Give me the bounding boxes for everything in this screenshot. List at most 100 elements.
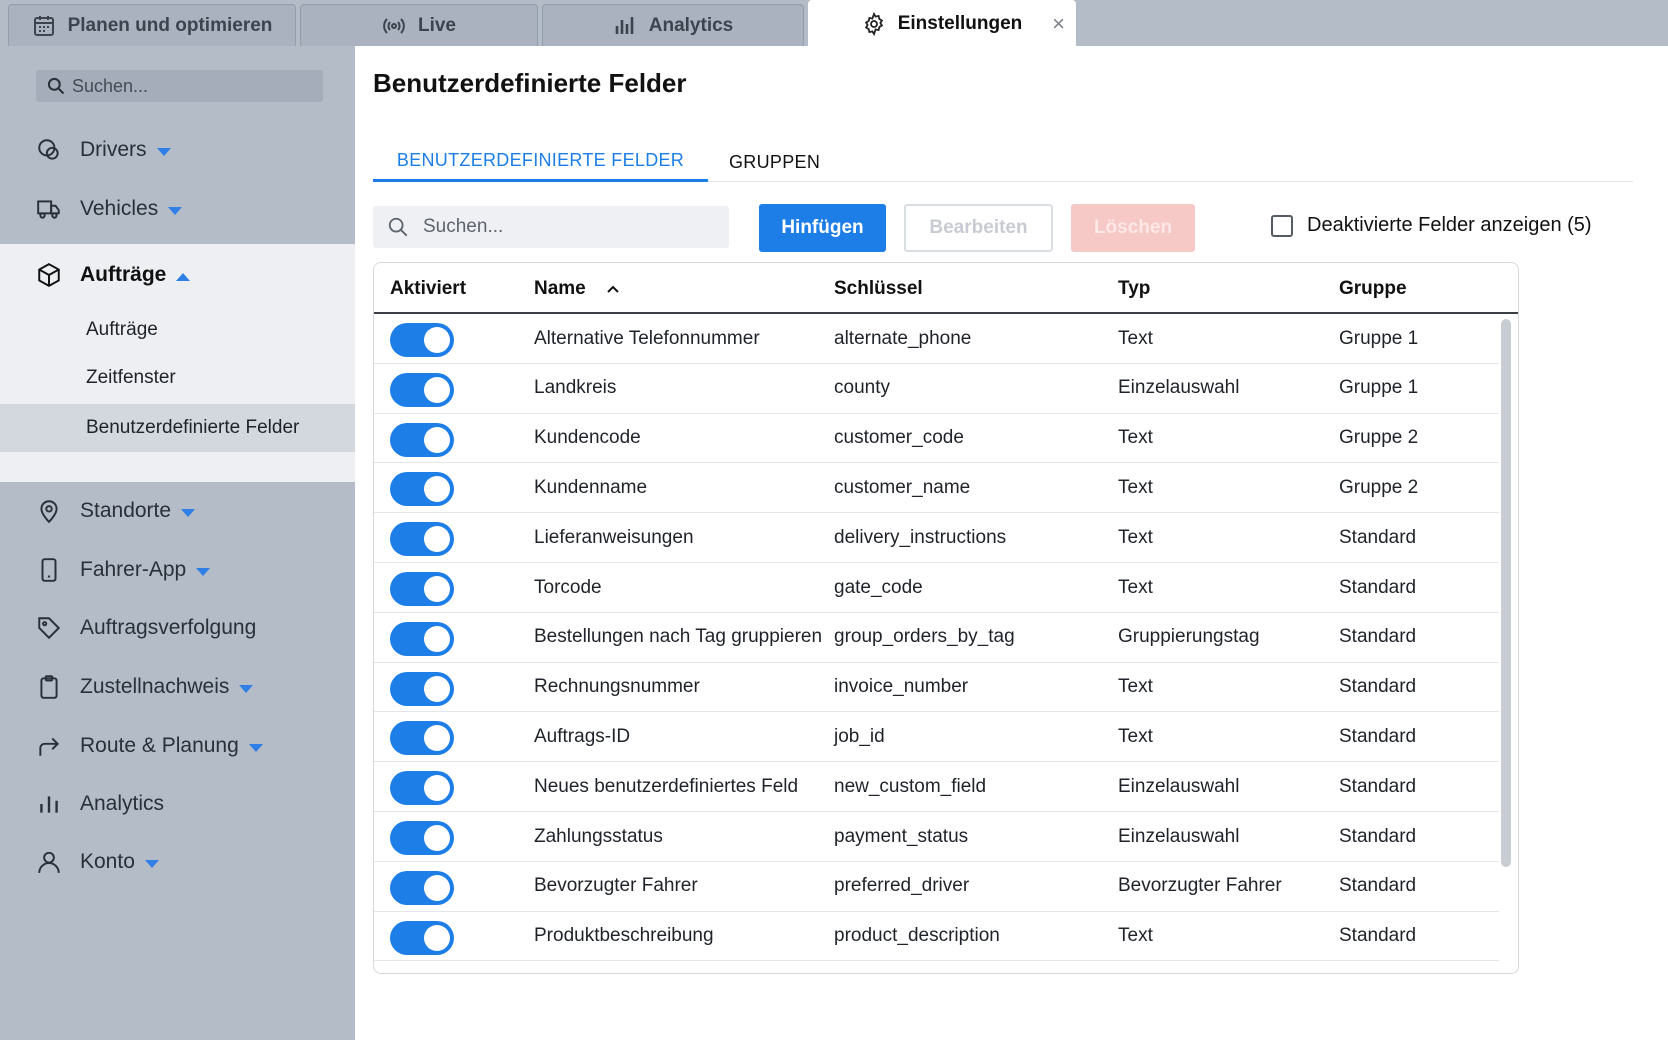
chevron-down-icon	[181, 509, 196, 517]
table-row[interactable]: Torcode gate_code Text Standard	[374, 563, 1499, 613]
toggle-knob	[424, 476, 450, 503]
chevron-down-icon	[168, 207, 183, 215]
sidebar-search-input[interactable]: Suchen...	[36, 70, 323, 102]
cell-name: Alternative Telefonnummer	[534, 327, 760, 349]
toggle-knob	[424, 426, 450, 453]
enabled-toggle[interactable]	[390, 821, 454, 855]
enabled-toggle[interactable]	[390, 323, 454, 357]
live-signal-icon	[383, 17, 405, 34]
cell-type: Text	[1118, 725, 1153, 747]
toggle-knob	[424, 526, 450, 553]
table-row[interactable]: Alternative Telefonnummer alternate_phone…	[374, 314, 1499, 364]
sidebar-item-label: Analytics	[80, 792, 165, 815]
enabled-toggle[interactable]	[390, 621, 454, 656]
sidebar-item-zustellnachweis[interactable]: Zustellnachweis	[0, 661, 355, 713]
toggle-knob	[424, 327, 450, 353]
add-button[interactable]: Hinfügen	[759, 204, 886, 252]
table-row[interactable]: Bevorzugter Fahrer preferred_driver Bevorz…	[374, 862, 1499, 912]
table-row[interactable]: Produktbeschreibung product_description Te…	[374, 912, 1499, 962]
tab-benutzerdefinierte-felder[interactable]: BENUTZERDEFINIERTE FELDER	[373, 142, 708, 182]
sidebar-item-label: Drivers	[80, 138, 147, 161]
close-tab-icon[interactable]: ×	[1052, 13, 1065, 35]
enabled-toggle[interactable]	[390, 721, 454, 756]
cell-name: Rechnungsnummer	[534, 676, 700, 698]
sidebar-expanded-section: Aufträge Aufträge Zeitfenster Benutzerde…	[0, 244, 355, 482]
sidebar-subitem-zeitfenster[interactable]: Zeitfenster	[0, 354, 355, 402]
column-header-aktiviert[interactable]: Aktiviert	[390, 263, 466, 314]
sidebar-subitem-auftraege[interactable]: Aufträge	[0, 306, 355, 354]
search-input[interactable]: Suchen...	[373, 206, 729, 248]
chevron-down-icon	[144, 860, 159, 868]
cell-name: Zahlungsstatus	[534, 825, 663, 847]
table-row[interactable]: Kundenname customer_name Text Gruppe 2	[374, 463, 1499, 514]
show-disabled-label: Deaktivierte Felder anzeigen (5)	[1307, 214, 1592, 236]
search-icon	[47, 77, 65, 95]
column-header-typ[interactable]: Typ	[1118, 263, 1150, 314]
table-scrollbar[interactable]	[1501, 319, 1511, 867]
cell-type: Text	[1118, 476, 1153, 498]
enabled-toggle[interactable]	[390, 522, 454, 557]
sidebar-item-label: Zustellnachweis	[80, 675, 230, 698]
tab-analytics[interactable]: Analytics	[542, 4, 804, 46]
subtab-bar: BENUTZERDEFINIERTE FELDER GRUPPEN	[373, 142, 1633, 182]
enabled-toggle[interactable]	[390, 572, 454, 606]
cell-type: Text	[1118, 676, 1153, 698]
enabled-toggle[interactable]	[390, 472, 454, 507]
main-panel: Benutzerdefinierte Felder BENUTZERDEFINI…	[355, 46, 1668, 1040]
cell-key: delivery_instructions	[834, 526, 1007, 548]
delete-button[interactable]: Löschen	[1071, 204, 1195, 252]
cell-group: Gruppe 2	[1339, 476, 1419, 498]
enabled-toggle[interactable]	[390, 771, 454, 806]
sidebar-item-label: Konto	[80, 850, 135, 873]
sidebar-item-auftraege[interactable]: Aufträge	[0, 244, 355, 306]
cell-key: product_description	[834, 925, 1000, 947]
enabled-toggle[interactable]	[390, 372, 454, 407]
sidebar-item-auftragsverfolgung[interactable]: Auftragsverfolgung	[0, 602, 355, 654]
table-row[interactable]: Landkreis county Einzelauswahl Gruppe 1	[374, 364, 1499, 414]
tab-einstellungen[interactable]: Einstellungen ×	[808, 0, 1076, 46]
enabled-toggle[interactable]	[390, 870, 454, 905]
column-header-gruppe[interactable]: Gruppe	[1339, 263, 1407, 314]
column-header-schluessel[interactable]: Schlüssel	[834, 263, 923, 314]
sidebar-item-analytics[interactable]: Analytics	[0, 778, 355, 830]
edit-button[interactable]: Bearbeiten	[904, 204, 1053, 252]
sidebar-item-fahrer-app[interactable]: Fahrer-App	[0, 544, 355, 596]
sidebar-item-route-planung[interactable]: Route & Planung	[0, 720, 355, 772]
cell-group: Gruppe 1	[1339, 377, 1419, 399]
table-row[interactable]: Lieferanweisungen delivery_instructions Te…	[374, 513, 1499, 563]
sidebar-subitem-benutzerdefinierte-felder[interactable]: Benutzerdefinierte Felder	[0, 404, 355, 452]
tab-live[interactable]: Live	[300, 4, 538, 46]
column-header-name[interactable]: Name	[534, 263, 620, 314]
cell-name: Bestellungen nach Tag gruppieren	[534, 626, 823, 648]
sidebar-item-konto[interactable]: Konto	[0, 836, 355, 888]
table-row[interactable]: Zahlungsstatus payment_status Einzelauswah…	[374, 812, 1499, 862]
cell-key: county	[834, 377, 890, 399]
sort-ascending-icon	[607, 285, 619, 293]
cell-name: Torcode	[534, 576, 602, 598]
show-disabled-toggle[interactable]: Deaktivierte Felder anzeigen (5)	[1271, 214, 1592, 237]
sidebar: Suchen... Drivers Vehicles Aufträge Auft…	[0, 46, 355, 1040]
table-row[interactable]: Neues benutzerdefiniertes Feld new_custom…	[374, 762, 1499, 812]
toggle-knob	[424, 625, 450, 652]
cell-type: Bevorzugter Fahrer	[1118, 875, 1282, 897]
tab-planen[interactable]: Planen und optimieren	[8, 4, 296, 46]
table-row[interactable]: Auftrags-ID job_id Text Standard	[374, 712, 1499, 763]
tab-gruppen[interactable]: GRUPPEN	[729, 142, 820, 182]
sidebar-item-vehicles[interactable]: Vehicles	[0, 183, 355, 235]
bar-chart-icon	[615, 16, 634, 34]
cell-type: Text	[1118, 427, 1153, 449]
enabled-toggle[interactable]	[390, 422, 454, 457]
page-title: Benutzerdefinierte Felder	[373, 68, 687, 98]
cell-type: Einzelauswahl	[1118, 775, 1240, 797]
enabled-toggle[interactable]	[390, 920, 454, 955]
sidebar-item-standorte[interactable]: Standorte	[0, 485, 355, 537]
tag-icon	[38, 617, 61, 640]
sidebar-item-drivers[interactable]: Drivers	[0, 124, 355, 176]
show-disabled-checkbox[interactable]	[1271, 214, 1293, 237]
cell-type: Einzelauswahl	[1118, 377, 1240, 399]
cell-name: Bevorzugter Fahrer	[534, 875, 698, 897]
table-row[interactable]: Kundencode customer_code Text Gruppe 2	[374, 414, 1499, 464]
table-row[interactable]: Rechnungsnummer invoice_number Text Standar…	[374, 663, 1499, 713]
table-row[interactable]: Bestellungen nach Tag gruppieren group_or…	[374, 613, 1499, 663]
enabled-toggle[interactable]	[390, 671, 454, 706]
